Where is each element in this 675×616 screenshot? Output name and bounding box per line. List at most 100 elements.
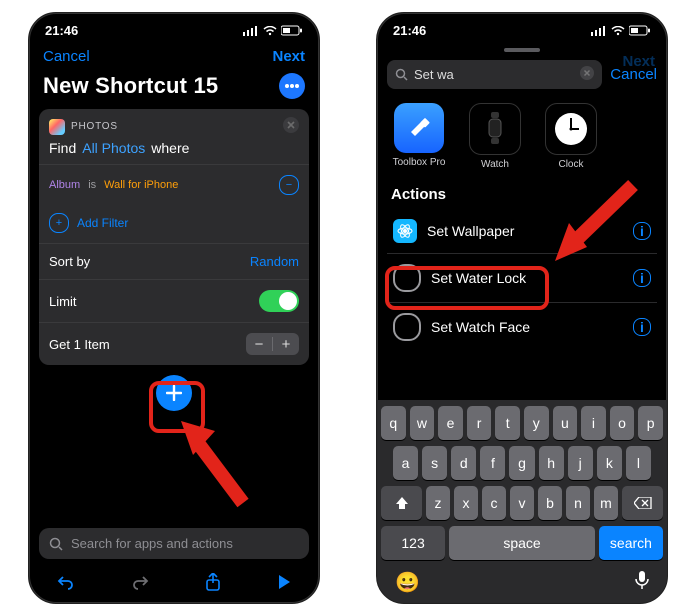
toolbox-pro-icon xyxy=(394,103,444,153)
key-d[interactable]: d xyxy=(451,446,476,480)
undo-icon xyxy=(57,574,75,590)
key-k[interactable]: k xyxy=(597,446,622,480)
find-row[interactable]: Find All Photos where xyxy=(39,140,309,164)
section-actions: Actions xyxy=(377,182,667,209)
plus-circle-icon: + xyxy=(49,213,69,233)
filter-row[interactable]: Album is Wall for iPhone − xyxy=(39,165,309,205)
search-icon xyxy=(49,537,63,551)
next-button[interactable]: Next xyxy=(272,48,305,65)
key-123[interactable]: 123 xyxy=(381,526,445,560)
redo-button[interactable] xyxy=(131,574,149,595)
redo-icon xyxy=(131,574,149,590)
filter-value[interactable]: Wall for iPhone xyxy=(104,179,178,191)
key-y[interactable]: y xyxy=(524,406,549,440)
app-clock[interactable]: Clock xyxy=(543,103,599,170)
stepper-plus[interactable]: + xyxy=(273,333,299,355)
close-icon xyxy=(580,66,594,80)
run-button[interactable] xyxy=(277,574,291,595)
remove-filter-button[interactable]: − xyxy=(279,175,299,195)
app-label: Toolbox Pro xyxy=(391,157,447,168)
add-action-row xyxy=(29,375,319,411)
action-label: Set Watch Face xyxy=(431,319,530,335)
key-p[interactable]: p xyxy=(638,406,663,440)
key-e[interactable]: e xyxy=(438,406,463,440)
play-icon xyxy=(277,574,291,590)
filter-op[interactable]: is xyxy=(88,179,96,191)
next-button-partial[interactable]: Next xyxy=(622,53,655,70)
add-filter-button[interactable]: + Add Filter xyxy=(39,205,309,243)
wifi-icon xyxy=(611,26,625,36)
key-backspace[interactable] xyxy=(622,486,663,520)
clock-app-icon xyxy=(545,103,597,155)
watch-outline-icon xyxy=(393,264,421,292)
sort-value[interactable]: Random xyxy=(250,254,299,269)
key-b[interactable]: b xyxy=(538,486,562,520)
key-s[interactable]: s xyxy=(422,446,447,480)
action-info-button[interactable]: i xyxy=(633,269,651,287)
share-button[interactable] xyxy=(205,573,221,596)
dictation-button[interactable] xyxy=(635,570,649,595)
battery-icon xyxy=(629,25,651,36)
card-close-button[interactable] xyxy=(283,117,299,136)
key-r[interactable]: r xyxy=(467,406,492,440)
phone-right: 21:46 Next Set wa Cancel Toolbox Pro Wat… xyxy=(376,12,668,604)
key-v[interactable]: v xyxy=(510,486,534,520)
more-button[interactable] xyxy=(279,73,305,99)
key-i[interactable]: i xyxy=(581,406,606,440)
status-bar: 21:46 xyxy=(377,13,667,42)
key-a[interactable]: a xyxy=(393,446,418,480)
key-o[interactable]: o xyxy=(610,406,635,440)
app-toolbox-pro[interactable]: Toolbox Pro xyxy=(391,103,447,170)
key-search[interactable]: search xyxy=(599,526,663,560)
plus-icon xyxy=(166,385,182,401)
key-m[interactable]: m xyxy=(594,486,618,520)
key-u[interactable]: u xyxy=(553,406,578,440)
key-c[interactable]: c xyxy=(482,486,506,520)
action-set-watch-face[interactable]: Set Watch Face i xyxy=(387,303,657,351)
app-label: Clock xyxy=(543,159,599,170)
app-watch[interactable]: Watch xyxy=(467,103,523,170)
search-input[interactable]: Set wa xyxy=(387,60,602,89)
sheet-grabber[interactable] xyxy=(504,48,540,52)
key-shift[interactable] xyxy=(381,486,422,520)
action-info-button[interactable]: i xyxy=(633,318,651,336)
cancel-button[interactable]: Cancel xyxy=(43,48,90,65)
key-n[interactable]: n xyxy=(566,486,590,520)
undo-button[interactable] xyxy=(57,574,75,595)
clear-search-button[interactable] xyxy=(580,66,594,83)
page-title: New Shortcut 15 xyxy=(43,73,218,99)
signal-icon xyxy=(591,26,607,36)
key-row-1: q w e r t y u i o p xyxy=(381,406,663,440)
key-z[interactable]: z xyxy=(426,486,450,520)
action-set-wallpaper[interactable]: Set Wallpaper i xyxy=(387,209,657,254)
status-icons xyxy=(591,25,651,36)
key-w[interactable]: w xyxy=(410,406,435,440)
find-scope[interactable]: All Photos xyxy=(82,140,145,156)
limit-toggle[interactable] xyxy=(259,290,299,312)
action-set-water-lock[interactable]: Set Water Lock i xyxy=(387,254,657,303)
bottom-toolbar xyxy=(29,565,319,603)
sort-row[interactable]: Sort by Random xyxy=(39,244,309,279)
count-stepper[interactable]: − + xyxy=(246,333,299,355)
limit-row: Limit xyxy=(39,280,309,322)
search-bar[interactable]: Search for apps and actions xyxy=(39,528,309,559)
add-action-button[interactable] xyxy=(156,375,192,411)
emoji-button[interactable]: 😀 xyxy=(395,570,420,595)
key-t[interactable]: t xyxy=(495,406,520,440)
key-h[interactable]: h xyxy=(539,446,564,480)
filter-key[interactable]: Album xyxy=(49,179,80,191)
key-space[interactable]: space xyxy=(449,526,595,560)
ellipsis-icon xyxy=(285,84,299,88)
key-x[interactable]: x xyxy=(454,486,478,520)
key-j[interactable]: j xyxy=(568,446,593,480)
key-q[interactable]: q xyxy=(381,406,406,440)
action-info-button[interactable]: i xyxy=(633,222,651,240)
status-bar: 21:46 xyxy=(29,13,319,42)
app-suggestions: Toolbox Pro Watch Clock xyxy=(377,97,667,182)
key-l[interactable]: l xyxy=(626,446,651,480)
key-g[interactable]: g xyxy=(509,446,534,480)
keyboard-bottom: 😀 xyxy=(381,566,663,597)
key-row-4: 123 space search xyxy=(381,526,663,560)
stepper-minus[interactable]: − xyxy=(246,333,272,355)
key-f[interactable]: f xyxy=(480,446,505,480)
